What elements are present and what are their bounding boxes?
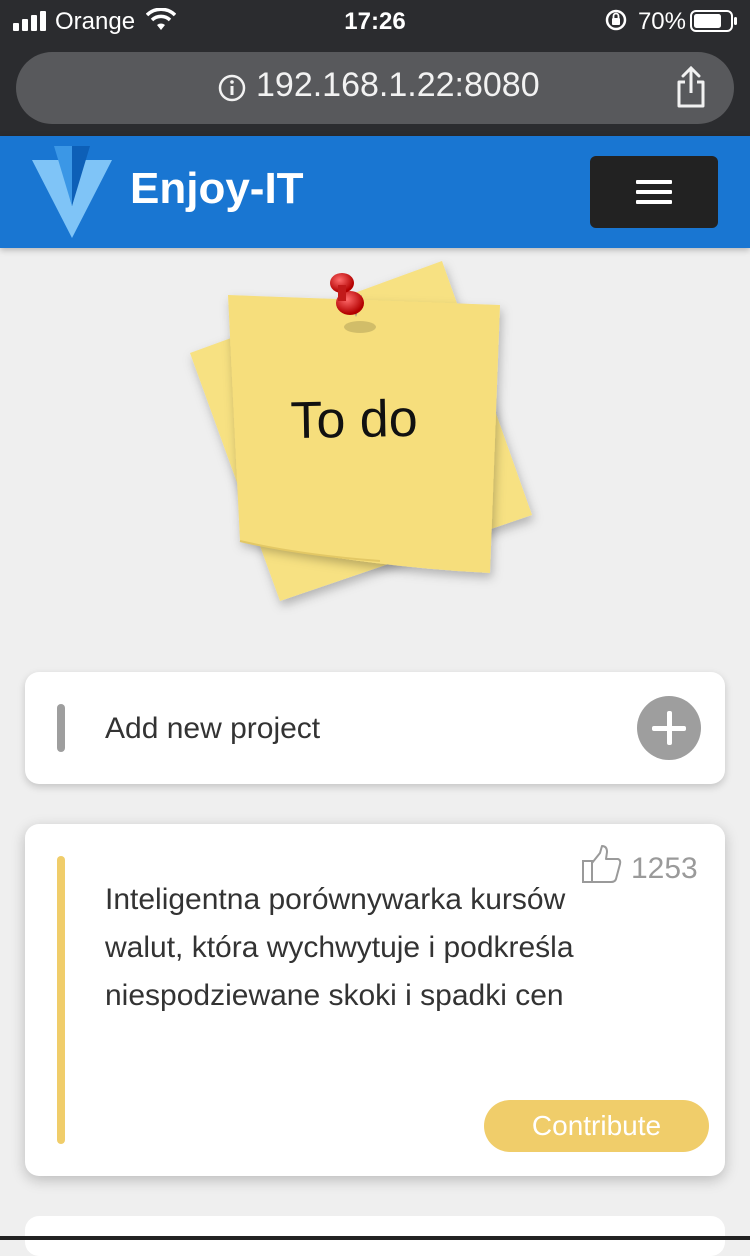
browser-chrome: 192.168.1.22:8080 (0, 42, 750, 136)
battery-icon (690, 10, 737, 32)
note-title: To do (289, 389, 419, 451)
menu-button[interactable] (590, 156, 718, 228)
app-header: Enjoy-IT (0, 136, 750, 248)
card-accent-bar (57, 856, 65, 1144)
card-accent-bar (57, 704, 65, 752)
brand-name[interactable]: Enjoy-IT (130, 164, 304, 214)
bottom-edge (0, 1236, 750, 1240)
rotation-lock-icon (605, 9, 627, 31)
add-project-button[interactable] (637, 696, 701, 760)
v-logo-icon[interactable] (32, 146, 112, 238)
share-icon[interactable] (674, 66, 708, 108)
project-card: 1253 Inteligentna porównywarka kursów wa… (25, 824, 725, 1176)
address-bar[interactable]: 192.168.1.22:8080 (16, 52, 734, 124)
url-text[interactable]: 192.168.1.22:8080 (256, 66, 540, 105)
status-bar: Orange 17:26 70% (0, 0, 750, 42)
info-icon[interactable] (218, 74, 246, 102)
battery-percent: 70% (637, 8, 686, 35)
like-count: 1253 (631, 852, 698, 885)
contribute-button[interactable]: Contribute (484, 1100, 709, 1152)
add-project-card[interactable]: Add new project (25, 672, 725, 784)
add-project-label[interactable]: Add new project (105, 712, 320, 746)
project-description: Inteligentna porównywarka kursów walut, … (105, 883, 574, 1012)
